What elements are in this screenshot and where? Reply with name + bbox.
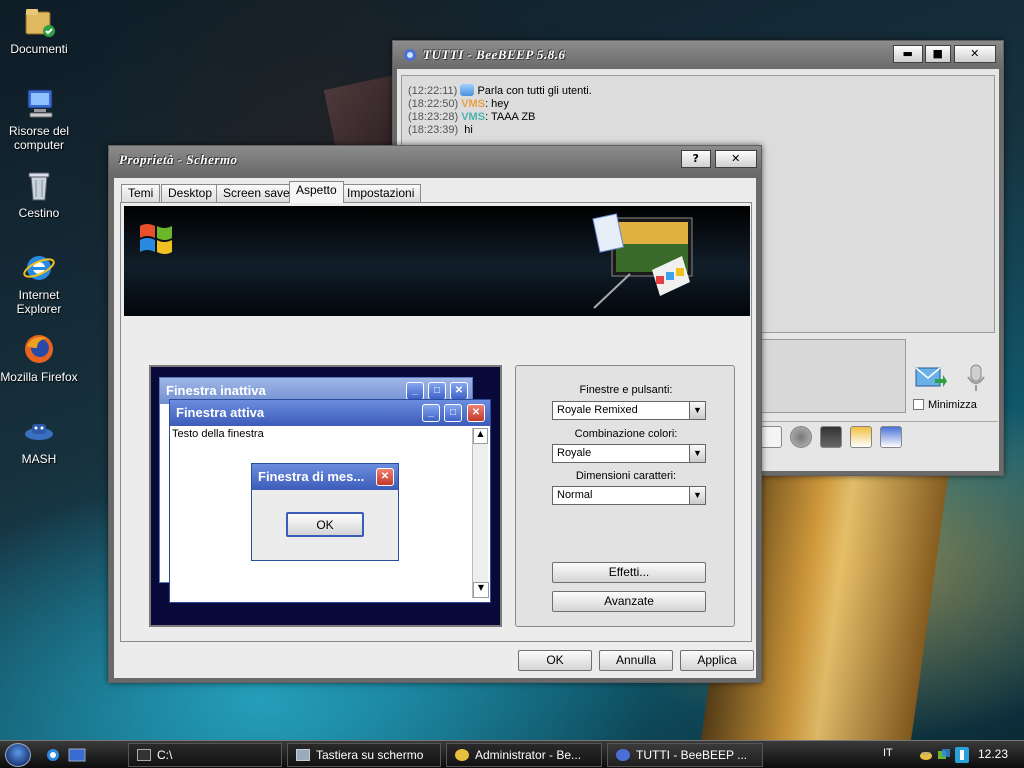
internet-explorer-icon xyxy=(23,256,55,280)
taskbar-item-keyboard[interactable]: Tastiera su schermo xyxy=(287,743,441,767)
tab-aspetto[interactable]: Aspetto xyxy=(289,181,344,203)
edit-note-icon[interactable] xyxy=(850,426,872,448)
tab-desktop[interactable]: Desktop xyxy=(161,184,220,202)
props-titlebar[interactable]: Proprietà - Schermo ? ✕ xyxy=(109,146,761,174)
chevron-down-icon[interactable]: ▼ xyxy=(689,487,705,504)
appearance-banner xyxy=(124,206,750,316)
font-size-select[interactable]: Normal ▼ xyxy=(552,486,706,505)
chat-message: (18:22:50) VMS: hey xyxy=(408,98,509,110)
beebeep-minimize-button[interactable]: ▬ xyxy=(893,45,923,63)
desktop-icon-internet-explorer[interactable]: Internet Explorer xyxy=(0,250,78,316)
bee-icon xyxy=(455,749,469,761)
aspetto-tab-panel: Finestra inattiva _ □ ✕ Finestra attiva … xyxy=(120,202,752,642)
color-scheme-label: Combinazione colori: xyxy=(574,428,678,440)
preview-ok-button: OK xyxy=(286,512,364,537)
advanced-button[interactable]: Avanzate xyxy=(552,591,706,612)
preview-close-icon: ✕ xyxy=(376,468,394,486)
start-button[interactable] xyxy=(5,743,31,767)
tray-clock[interactable]: 12.23 xyxy=(978,747,1008,761)
microphone-icon[interactable] xyxy=(965,363,987,393)
folder-user-icon xyxy=(25,9,55,37)
display-properties-dialog[interactable]: Proprietà - Schermo ? ✕ Temi Desktop Scr… xyxy=(108,145,762,683)
appearance-settings-group: Finestre e pulsanti: Royale Remixed ▼ Co… xyxy=(515,365,735,627)
beebeep-icon xyxy=(616,749,630,761)
windows-buttons-select[interactable]: Royale Remixed ▼ xyxy=(552,401,706,420)
desktop-icon-risorse-computer[interactable]: Risorse del computer xyxy=(0,86,78,152)
desktop-icon-firefox[interactable]: Mozilla Firefox xyxy=(0,332,78,384)
tab-impostazioni[interactable]: Impostazioni xyxy=(340,184,422,202)
windows-logo-icon xyxy=(140,224,172,254)
record-icon[interactable] xyxy=(790,426,812,448)
beebeep-message-input[interactable] xyxy=(758,339,906,413)
desktop-icon-documenti[interactable]: Documenti xyxy=(0,4,78,56)
html-code-icon[interactable] xyxy=(760,426,782,448)
preview-maximize-icon: □ xyxy=(428,382,446,400)
preview-minimize-icon: _ xyxy=(422,404,440,422)
computer-icon xyxy=(27,89,53,118)
beebeep-maximize-button[interactable]: ■ xyxy=(925,45,951,63)
beebeep-close-button[interactable]: ✕ xyxy=(954,45,996,63)
recycle-bin-icon xyxy=(28,172,50,201)
chat-message: (12:22:11) Parla con tutti gli utenti. xyxy=(408,84,592,97)
ok-button[interactable]: OK xyxy=(518,650,592,671)
props-title: Proprietà - Schermo xyxy=(119,152,238,167)
preview-window-text: Testo della finestra xyxy=(172,428,264,440)
taskbar-item-console[interactable]: C:\ xyxy=(128,743,282,767)
color-scheme-select[interactable]: Royale ▼ xyxy=(552,444,706,463)
tray-bee-icon[interactable] xyxy=(918,747,934,763)
chat-message: (18:23:28) VMS: TAAA ZB xyxy=(408,111,536,123)
apply-button[interactable]: Applica xyxy=(680,650,754,671)
broadcast-icon xyxy=(460,84,475,96)
preview-minimize-icon: _ xyxy=(406,382,424,400)
taskbar: C:\ Tastiera su schermo Administrator - … xyxy=(0,740,1024,768)
show-desktop-icon[interactable] xyxy=(68,747,86,763)
tab-screen-saver[interactable]: Screen saver xyxy=(216,184,301,202)
tab-temi[interactable]: Temi xyxy=(121,184,161,202)
desktop-icon-mash[interactable]: MASH xyxy=(0,414,78,466)
preview-scrollbar: ▲ ▼ xyxy=(472,428,489,598)
preview-active-titlebar: Finestra attiva _ □ ✕ xyxy=(170,400,490,426)
preview-close-icon: ✕ xyxy=(467,404,485,422)
language-indicator[interactable]: IT xyxy=(883,747,893,759)
console-icon xyxy=(137,749,151,761)
cancel-button[interactable]: Annulla xyxy=(599,650,673,671)
taskbar-item-administrator-beebeep[interactable]: Administrator - Be... xyxy=(446,743,602,767)
scroll-down-icon: ▼ xyxy=(473,582,489,598)
beebeep-title: TUTTI - BeeBEEP 5.8.6 xyxy=(423,47,566,62)
tray-network-icon[interactable] xyxy=(936,747,952,763)
props-help-button[interactable]: ? xyxy=(681,150,711,168)
minimize-checkbox[interactable]: Minimizza xyxy=(913,399,977,411)
props-close-button[interactable]: ✕ xyxy=(715,150,757,168)
preview-close-icon: ✕ xyxy=(450,382,468,400)
preview-maximize-icon: □ xyxy=(444,404,462,422)
tray-info-icon[interactable] xyxy=(954,746,970,764)
effects-button[interactable]: Effetti... xyxy=(552,562,706,583)
mash-icon xyxy=(25,424,53,440)
save-icon[interactable] xyxy=(880,426,902,448)
chat-message: (18:23:39) hi xyxy=(408,124,473,136)
font-size-label: Dimensioni caratteri: xyxy=(575,470,677,482)
beebeep-app-icon xyxy=(404,49,416,61)
props-client: Temi Desktop Screen saver Aspetto Impost… xyxy=(114,178,756,678)
send-message-icon[interactable] xyxy=(915,365,947,391)
appearance-monitor-illustration xyxy=(592,213,693,309)
beebeep-titlebar[interactable]: TUTTI - BeeBEEP 5.8.6 ▬ ■ ✕ xyxy=(393,41,1003,69)
scroll-up-icon: ▲ xyxy=(473,428,488,444)
chevron-down-icon[interactable]: ▼ xyxy=(689,402,705,419)
preview-message-window: Finestra di mes... ✕ OK xyxy=(251,463,399,561)
keyboard-icon xyxy=(296,749,310,761)
appearance-preview: Finestra inattiva _ □ ✕ Finestra attiva … xyxy=(149,365,502,627)
screenshot-icon[interactable] xyxy=(820,426,842,448)
preview-message-titlebar: Finestra di mes... ✕ xyxy=(252,464,398,490)
firefox-icon xyxy=(25,335,53,363)
beebeep-toolbar xyxy=(758,421,998,455)
desktop-icon-cestino[interactable]: Cestino xyxy=(0,168,78,220)
chevron-down-icon[interactable]: ▼ xyxy=(689,445,705,462)
internet-explorer-quicklaunch-icon[interactable] xyxy=(44,747,62,763)
taskbar-item-tutti-beebeep[interactable]: TUTTI - BeeBEEP ... xyxy=(607,743,763,767)
checkbox-box[interactable] xyxy=(913,399,924,410)
windows-buttons-label: Finestre e pulsanti: xyxy=(579,384,673,396)
